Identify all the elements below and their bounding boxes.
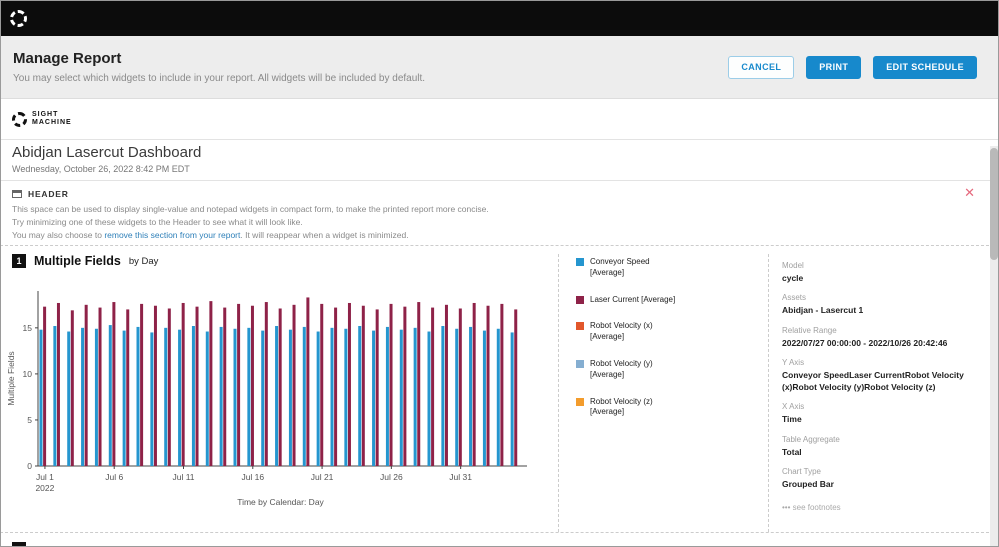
top-nav-bar (0, 0, 999, 36)
footnotes-link[interactable]: ••• see footnotes (782, 503, 988, 512)
svg-text:Jul 26: Jul 26 (380, 472, 403, 482)
svg-text:Multiple Fields: Multiple Fields (6, 351, 16, 405)
header-desc-line2: Try minimizing one of these widgets to t… (12, 217, 303, 228)
svg-text:Time by Calendar: Day: Time by Calendar: Day (237, 497, 324, 507)
header-desc-line1: This space can be used to display single… (12, 204, 489, 214)
page-title: Manage Report (13, 50, 122, 67)
widget-meta-panel: Model cycle Assets Abidjan - Lasercut 1 Rela… (782, 261, 988, 512)
svg-text:10: 10 (23, 369, 33, 379)
svg-text:5: 5 (27, 415, 32, 425)
svg-text:Jul 31: Jul 31 (449, 472, 472, 482)
logo-text: SIGHT MACHINE (32, 111, 72, 128)
widget-1-badge: 1 (12, 254, 26, 268)
header-desc-line3: You may also choose to remove this secti… (12, 229, 489, 242)
vertical-dashed-divider (558, 254, 559, 532)
legend-item: Laser Current [Average] (576, 295, 694, 306)
chart-legend: Conveyor Speed [Average] Laser Current [A… (576, 257, 694, 434)
dashed-divider (0, 245, 999, 246)
logo-line2: MACHINE (32, 119, 72, 127)
meta-item: Model cycle (782, 261, 988, 284)
legend-item: Robot Velocity (x) [Average] (576, 321, 694, 343)
legend-item: Robot Velocity (z) [Average] (576, 397, 694, 419)
meta-label: Relative Range (782, 325, 837, 335)
report-title: Abidjan Lasercut Dashboard (12, 144, 202, 161)
meta-item: Chart Type Grouped Bar (782, 467, 988, 490)
print-button[interactable]: PRINT (806, 55, 862, 79)
meta-item: X Axis Time (782, 402, 988, 425)
logo-line1: SIGHT (32, 111, 59, 118)
legend-label: Laser Current [Average] (590, 294, 676, 304)
sightmachine-logo: SIGHT MACHINE (12, 111, 72, 128)
widget-2-badge (12, 542, 26, 547)
svg-text:Jul 6: Jul 6 (105, 472, 123, 482)
meta-value: Conveyor SpeedLaser CurrentRobot Velocit… (782, 370, 964, 392)
legend-swatch-icon (576, 397, 584, 406)
report-date: Wednesday, October 26, 2022 8:42 PM EDT (12, 164, 190, 174)
grouped-bar-chart: 0 5 10 15 Jul 12022 Jul 6 Jul 11 Jul 16 Jul 21 Ju… (6, 291, 527, 507)
legend-swatch-icon (576, 295, 584, 304)
legend-swatch-icon (576, 258, 584, 266)
meta-label: Assets (782, 293, 807, 303)
meta-item: Table Aggregate Total (782, 435, 988, 458)
window-widget-icon (12, 190, 22, 198)
svg-text:Jul 21: Jul 21 (311, 472, 334, 482)
svg-text:0: 0 (27, 461, 32, 471)
header-section-description: This space can be used to display single… (12, 203, 489, 243)
manage-report-header: Manage Report You may select which widge… (0, 36, 999, 98)
line3-prefix: You may also choose to (12, 230, 105, 241)
header-section-toggle: HEADER (12, 189, 69, 199)
legend-item: Conveyor Speed [Average] (576, 257, 694, 279)
scrollbar-track[interactable] (990, 146, 998, 546)
meta-value: cycle (782, 273, 804, 283)
meta-value: Grouped Bar (782, 479, 834, 490)
page-subtitle: You may select which widgets to include … (13, 73, 426, 84)
meta-value: Time (782, 414, 802, 425)
legend-swatch-icon (576, 359, 584, 368)
meta-value: Abidjan - Lasercut 1 (782, 305, 864, 316)
close-icon[interactable]: ✕ (964, 186, 975, 199)
svg-text:2022: 2022 (35, 483, 54, 493)
line3-suffix: . It will reappear when a widget is mini… (240, 230, 409, 241)
meta-list: Model cycle Assets Abidjan - Lasercut 1 Rela… (782, 261, 988, 491)
svg-text:Jul 16: Jul 16 (241, 472, 264, 482)
svg-text:Jul 11: Jul 11 (172, 472, 194, 482)
divider (0, 180, 999, 181)
meta-label: X Axis (782, 402, 805, 412)
report-preview-canvas: SIGHT MACHINE Abidjan Lasercut Dashboard… (0, 98, 999, 547)
widget-1-header: 1 Multiple Fields by Day (12, 254, 158, 268)
svg-text:15: 15 (23, 323, 33, 333)
cancel-button[interactable]: CANCEL (728, 55, 795, 79)
divider (0, 139, 999, 140)
header-section-label: HEADER (28, 189, 69, 199)
meta-item: Relative Range 2022/07/27 00:00:00 - 2022… (782, 326, 988, 349)
meta-value: Total (782, 446, 802, 457)
meta-label: Table Aggregate (782, 434, 840, 444)
legend-label: Robot Velocity (y) [Average] (590, 358, 653, 379)
legend-label: Robot Velocity (x) [Average] (590, 321, 653, 342)
meta-value: 2022/07/27 00:00:00 - 2022/10/26 20:42:4… (782, 337, 948, 348)
remove-section-link[interactable]: remove this section from your report (104, 230, 240, 240)
edit-schedule-button[interactable]: EDIT SCHEDULE (873, 55, 977, 79)
meta-label: Model (782, 261, 804, 270)
legend-label: Conveyor Speed [Average] (590, 257, 650, 277)
meta-item: Y Axis Conveyor SpeedLaser CurrentRobot V… (782, 358, 988, 393)
gear-icon (12, 111, 27, 127)
meta-label: Y Axis (782, 358, 805, 368)
meta-item: Assets Abidjan - Lasercut 1 (782, 293, 988, 316)
legend-label: Robot Velocity (z) [Average] (590, 396, 653, 417)
scrollbar-thumb[interactable] (990, 148, 998, 260)
legend-item: Robot Velocity (y) [Average] (576, 359, 694, 381)
sightmachine-gear-icon[interactable] (10, 9, 27, 27)
widget-title-suffix: by Day (128, 255, 159, 267)
widget-title: Multiple Fields (34, 254, 121, 268)
vertical-dashed-divider (768, 254, 769, 532)
svg-text:Jul 1: Jul 1 (36, 472, 54, 482)
dashed-divider (0, 532, 999, 533)
legend-swatch-icon (576, 322, 584, 331)
meta-label: Chart Type (782, 467, 821, 477)
